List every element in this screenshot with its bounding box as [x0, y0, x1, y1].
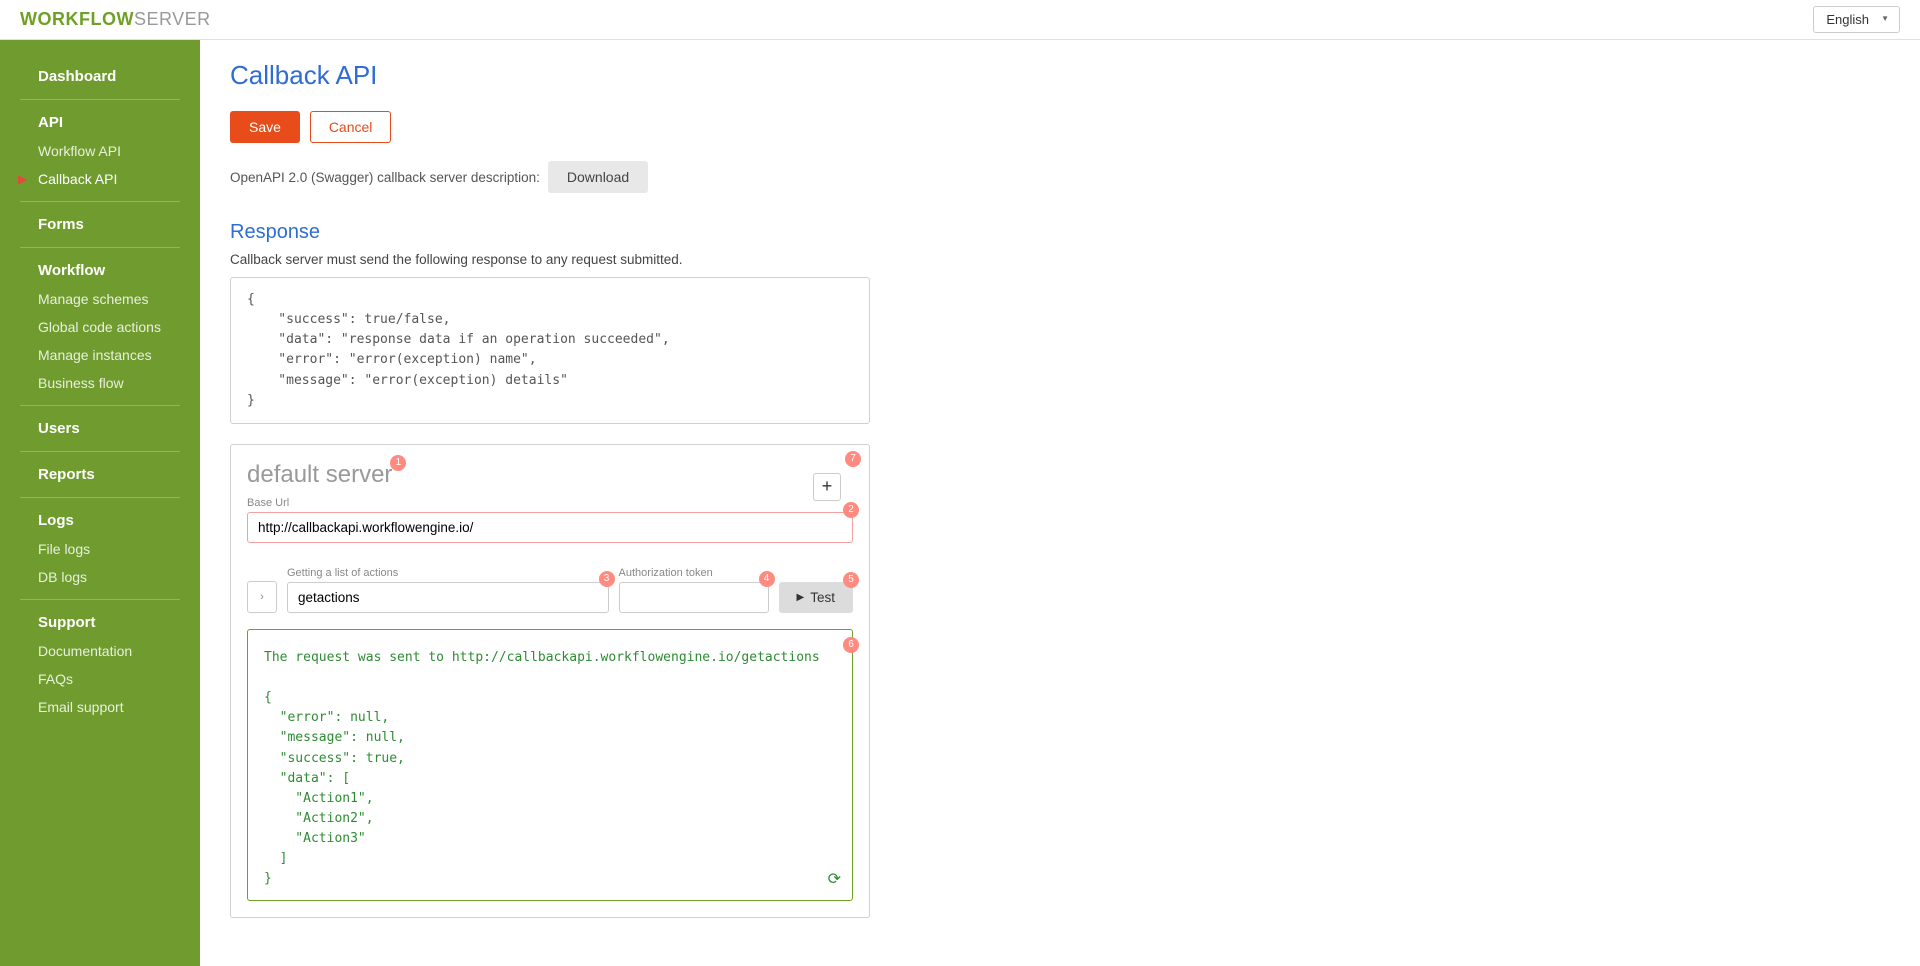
topbar: WORKFLOWSERVER English [0, 0, 1920, 40]
sidebar-head-dashboard[interactable]: Dashboard [0, 60, 200, 91]
badge-1: 1 [390, 455, 406, 471]
add-server-button[interactable]: + [813, 473, 841, 501]
save-button[interactable]: Save [230, 111, 300, 143]
sidebar-item-manage-instances[interactable]: Manage instances [0, 341, 200, 369]
logo: WORKFLOWSERVER [20, 9, 211, 30]
page-title: Callback API [230, 60, 1890, 91]
divider [20, 201, 180, 202]
server-name: default server [247, 461, 392, 489]
test-button-label: Test [810, 590, 835, 605]
sidebar-item-workflow-api[interactable]: Workflow API [0, 137, 200, 165]
swagger-row: OpenAPI 2.0 (Swagger) callback server de… [230, 161, 1890, 193]
action-list-input[interactable] [287, 582, 609, 613]
main-content: Callback API Save Cancel OpenAPI 2.0 (Sw… [200, 40, 1920, 966]
base-url-label: Base Url [247, 497, 853, 509]
action-list-label: Getting a list of actions [287, 567, 609, 579]
response-section-title: Response [230, 221, 870, 244]
sidebar-item-email-support[interactable]: Email support [0, 693, 200, 721]
server-response-output: The request was sent to http://callbacka… [247, 629, 853, 901]
action-row: › Getting a list of actions 3 Authorizat… [247, 559, 853, 613]
badge-3: 3 [599, 571, 615, 587]
test-button[interactable]: ▶ Test [779, 582, 853, 613]
sidebar-head-forms[interactable]: Forms [0, 206, 200, 239]
logo-bold: WORKFLOW [20, 9, 134, 29]
badge-2: 2 [843, 502, 859, 518]
response-section-desc: Callback server must send the following … [230, 252, 870, 267]
response-example-code: { "success": true/false, "data": "respon… [230, 277, 870, 424]
expand-toggle[interactable]: › [247, 581, 277, 613]
sidebar-item-documentation[interactable]: Documentation [0, 637, 200, 665]
sidebar-item-faqs[interactable]: FAQs [0, 665, 200, 693]
sidebar-head-support[interactable]: Support [0, 604, 200, 637]
base-url-input[interactable] [247, 512, 853, 543]
sidebar: Dashboard API Workflow API Callback API … [0, 40, 200, 966]
divider [20, 497, 180, 498]
divider [20, 451, 180, 452]
logo-light: SERVER [134, 9, 211, 29]
cancel-button[interactable]: Cancel [310, 111, 392, 143]
badge-7: 7 [845, 451, 861, 467]
play-icon: ▶ [797, 592, 805, 603]
auth-token-label: Authorization token [619, 567, 769, 579]
sidebar-head-workflow[interactable]: Workflow [0, 252, 200, 285]
download-button[interactable]: Download [548, 161, 648, 193]
server-panel: default server 1 + 7 Base Url 2 › [230, 444, 870, 918]
badge-5: 5 [843, 572, 859, 588]
auth-token-input[interactable] [619, 582, 769, 613]
divider [20, 405, 180, 406]
swagger-text: OpenAPI 2.0 (Swagger) callback server de… [230, 170, 540, 185]
sidebar-item-business-flow[interactable]: Business flow [0, 369, 200, 397]
divider [20, 599, 180, 600]
button-row: Save Cancel [230, 111, 1890, 143]
divider [20, 99, 180, 100]
divider [20, 247, 180, 248]
sidebar-item-global-code-actions[interactable]: Global code actions [0, 313, 200, 341]
sidebar-head-api[interactable]: API [0, 104, 200, 137]
sidebar-item-db-logs[interactable]: DB logs [0, 563, 200, 591]
badge-4: 4 [759, 571, 775, 587]
refresh-icon[interactable]: ⟳ [828, 869, 841, 889]
language-selector[interactable]: English [1813, 6, 1900, 33]
sidebar-item-manage-schemes[interactable]: Manage schemes [0, 285, 200, 313]
badge-6: 6 [843, 637, 859, 653]
sidebar-item-file-logs[interactable]: File logs [0, 535, 200, 563]
sidebar-item-callback-api[interactable]: Callback API [0, 165, 200, 193]
sidebar-head-users[interactable]: Users [0, 410, 200, 443]
sidebar-head-reports[interactable]: Reports [0, 456, 200, 489]
sidebar-head-logs[interactable]: Logs [0, 502, 200, 535]
